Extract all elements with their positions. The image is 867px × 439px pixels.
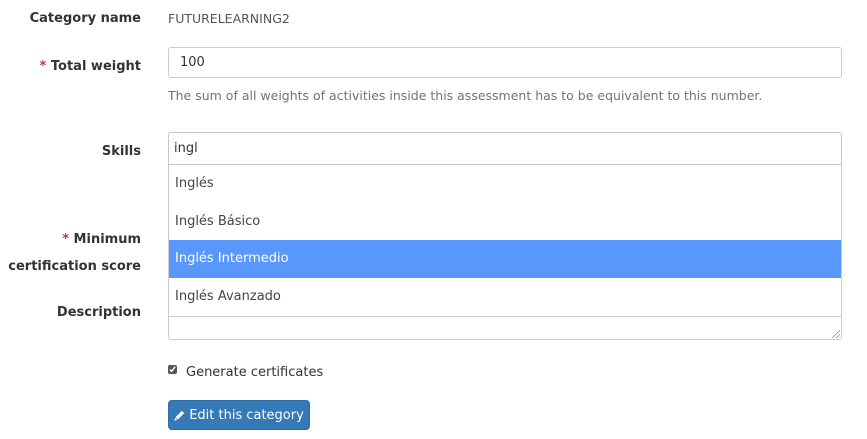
total-weight-help: The sum of all weights of activities ins… [168, 88, 763, 103]
skills-option[interactable]: Inglés [169, 165, 841, 203]
pencil-icon [174, 410, 185, 421]
skills-label: Skills [101, 144, 141, 159]
generate-certificates-checkbox[interactable] [168, 365, 177, 374]
required-mark: * [39, 59, 47, 74]
category-name-value: FUTURELEARNING2 [168, 11, 290, 26]
edit-category-label: Edit this category [189, 407, 304, 423]
category-name-label: Category name [29, 11, 141, 26]
skills-option-highlighted[interactable]: Inglés Intermedio [169, 240, 841, 278]
total-weight-label: * Total weight [0, 53, 141, 80]
total-weight-input[interactable] [168, 47, 842, 78]
description-label: Description [56, 305, 141, 320]
skills-search-input[interactable] [168, 132, 842, 165]
skills-option[interactable]: Inglés Básico [169, 203, 841, 241]
skills-dropdown: Inglés Inglés Básico Inglés Intermedio I… [168, 165, 842, 317]
required-mark: * [62, 232, 70, 247]
description-textarea[interactable] [168, 317, 842, 340]
edit-category-button[interactable]: Edit this category [168, 400, 310, 430]
resize-handle-icon[interactable] [832, 330, 840, 338]
minimum-score-label-line1: Minimum [73, 232, 141, 247]
skills-option[interactable]: Inglés Avanzado [169, 278, 841, 316]
minimum-score-label: * Minimum certification score [0, 226, 141, 280]
total-weight-label-text: Total weight [50, 59, 141, 74]
minimum-score-label-line2: certification score [8, 259, 141, 274]
generate-certificates-label[interactable]: Generate certificates [186, 363, 323, 383]
